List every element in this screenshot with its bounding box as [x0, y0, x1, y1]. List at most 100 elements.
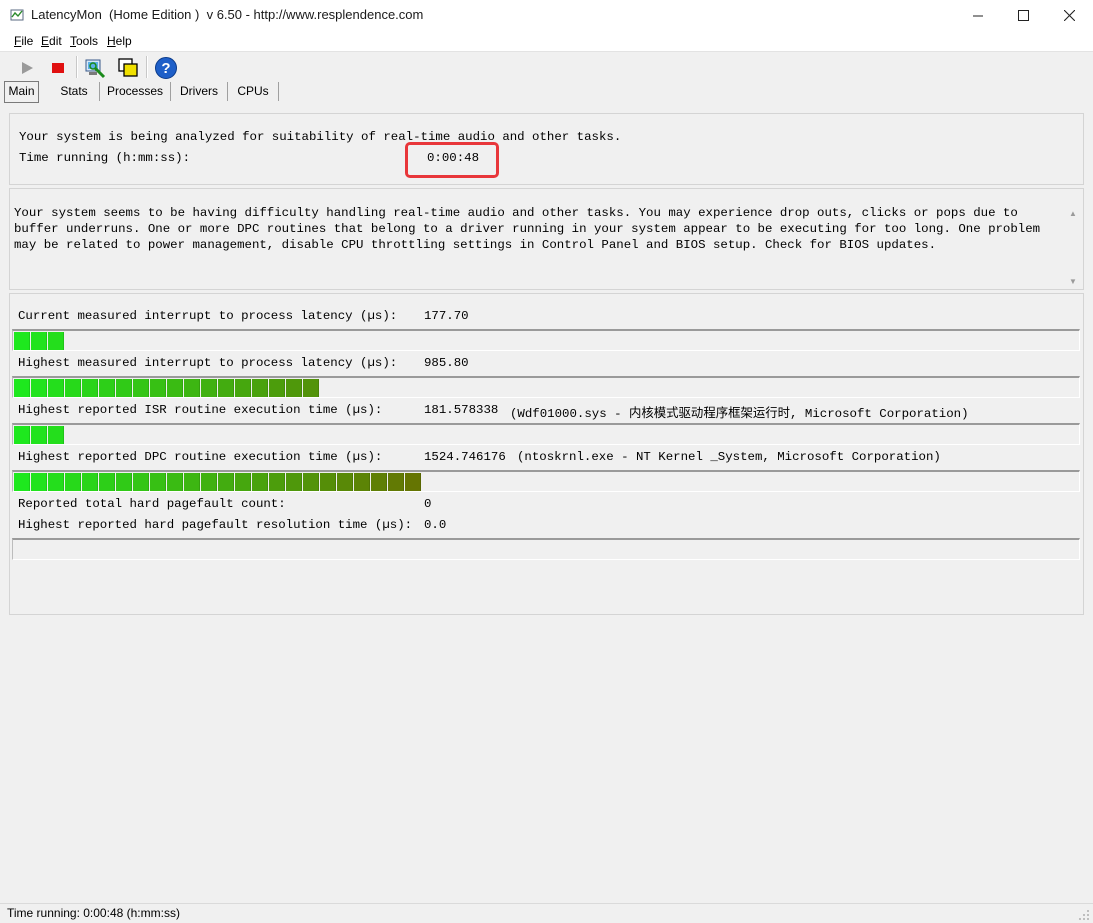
- menu-help[interactable]: Help: [107, 34, 132, 48]
- play-icon: [22, 62, 33, 74]
- bar-segment: [252, 473, 268, 491]
- bar-segment: [354, 473, 370, 491]
- bar-segment: [303, 473, 319, 491]
- bar-segment: [218, 379, 234, 397]
- bar-segment: [337, 473, 353, 491]
- bar-segment: [235, 473, 251, 491]
- help-button[interactable]: ?: [153, 55, 179, 81]
- resize-grip-icon[interactable]: [1079, 910, 1089, 920]
- status-bar-text: Time running: 0:00:48 (h:mm:ss): [7, 906, 180, 920]
- bar-segment: [184, 379, 200, 397]
- pagefault-time-value: 0.0: [424, 518, 447, 532]
- bar-segment: [65, 473, 81, 491]
- system-info-button[interactable]: [82, 55, 108, 81]
- metric-detail: (ntoskrnl.exe - NT Kernel _System, Micro…: [517, 450, 941, 464]
- close-button[interactable]: [1046, 0, 1092, 31]
- bar-segment: [48, 426, 64, 444]
- bar-segment: [150, 379, 166, 397]
- bar-segment: [235, 379, 251, 397]
- bar-segment: [252, 379, 268, 397]
- bar-segment: [286, 473, 302, 491]
- bar-segment: [48, 379, 64, 397]
- app-icon: [10, 9, 24, 21]
- windows-button[interactable]: [115, 55, 141, 81]
- metric-detail: (Wdf01000.sys - 内核模式驱动程序框架运行时, Microsoft…: [510, 407, 969, 421]
- bar-segment: [303, 379, 319, 397]
- bar-segment: [65, 379, 81, 397]
- menu-edit[interactable]: Edit: [41, 34, 62, 48]
- help-icon: ?: [155, 57, 177, 79]
- bar-segment: [286, 379, 302, 397]
- status-bar: Time running: 0:00:48 (h:mm:ss): [0, 903, 1093, 923]
- description-text: Your system seems to be having difficult…: [14, 206, 1041, 252]
- latency-bar: [12, 423, 1080, 445]
- svg-text:?: ?: [161, 60, 170, 77]
- latency-bar: [12, 329, 1080, 351]
- tab-drivers[interactable]: Drivers: [171, 82, 228, 101]
- bar-segment: [150, 473, 166, 491]
- tab-strip: Main Stats Processes Drivers CPUs: [0, 81, 1093, 103]
- minimize-button[interactable]: [955, 0, 1001, 31]
- tab-processes[interactable]: Processes: [100, 82, 171, 101]
- maximize-icon: [1017, 10, 1029, 21]
- bar-segment: [405, 473, 421, 491]
- bar-segment: [371, 473, 387, 491]
- scroll-down-arrow-icon[interactable]: ▼: [1069, 277, 1077, 286]
- metric-value: 985.80: [424, 356, 469, 370]
- bar-segment: [99, 473, 115, 491]
- bar-segment: [133, 473, 149, 491]
- window-title: LatencyMon (Home Edition ) v 6.50 - http…: [31, 7, 424, 22]
- bar-segment: [388, 473, 404, 491]
- bar-segment: [116, 379, 132, 397]
- time-highlight-box: [405, 142, 499, 178]
- metric-value: 181.578338: [424, 403, 499, 417]
- time-running-label: Time running (h:mm:ss):: [19, 151, 191, 165]
- toolbar: ?: [0, 52, 1093, 82]
- bar-segment: [31, 473, 47, 491]
- bar-segment: [201, 473, 217, 491]
- bar-segment: [320, 473, 336, 491]
- metric-value: 177.70: [424, 309, 469, 323]
- windows-icon: [118, 58, 138, 77]
- stop-button[interactable]: [45, 55, 71, 81]
- bar-segment: [116, 473, 132, 491]
- status-message: Your system is being analyzed for suitab…: [19, 130, 622, 144]
- bar-segment: [269, 379, 285, 397]
- minimize-icon: [973, 15, 983, 16]
- bar-segment: [48, 332, 64, 350]
- maximize-button[interactable]: [1000, 0, 1046, 31]
- bar-segment: [48, 473, 64, 491]
- pagefault-count-label: Reported total hard pagefault count:: [18, 497, 286, 511]
- tab-stats[interactable]: Stats: [49, 82, 100, 101]
- metric-label: Current measured interrupt to process la…: [18, 309, 398, 323]
- scroll-up-arrow-icon[interactable]: ▲: [1069, 209, 1077, 218]
- bar-segment: [167, 473, 183, 491]
- start-button[interactable]: [14, 55, 40, 81]
- bar-segment: [201, 379, 217, 397]
- tab-cpus[interactable]: CPUs: [228, 82, 279, 101]
- bar-segment: [82, 473, 98, 491]
- metric-label: Highest measured interrupt to process la…: [18, 356, 398, 370]
- title-bar[interactable]: LatencyMon (Home Edition ) v 6.50 - http…: [0, 0, 1093, 31]
- bar-segment: [14, 426, 30, 444]
- bar-segment: [14, 473, 30, 491]
- bar-segment: [14, 379, 30, 397]
- menu-tools[interactable]: Tools: [70, 34, 98, 48]
- bar-segment: [218, 473, 234, 491]
- pagefault-time-label: Highest reported hard pagefault resoluti…: [18, 518, 413, 532]
- status-panel: [9, 113, 1084, 185]
- system-info-icon: [85, 59, 106, 79]
- bar-segment: [167, 379, 183, 397]
- bar-segment: [184, 473, 200, 491]
- bar-segment: [31, 332, 47, 350]
- stop-icon: [52, 63, 64, 73]
- tab-main[interactable]: Main: [4, 81, 39, 103]
- metric-label: Highest reported ISR routine execution t…: [18, 403, 383, 417]
- toolbar-separator: [76, 56, 78, 78]
- bar-segment: [14, 332, 30, 350]
- menu-file[interactable]: File: [14, 34, 33, 48]
- bar-segment: [133, 379, 149, 397]
- bar-segment: [31, 379, 47, 397]
- latency-bar: [12, 470, 1080, 492]
- bar-segment: [31, 426, 47, 444]
